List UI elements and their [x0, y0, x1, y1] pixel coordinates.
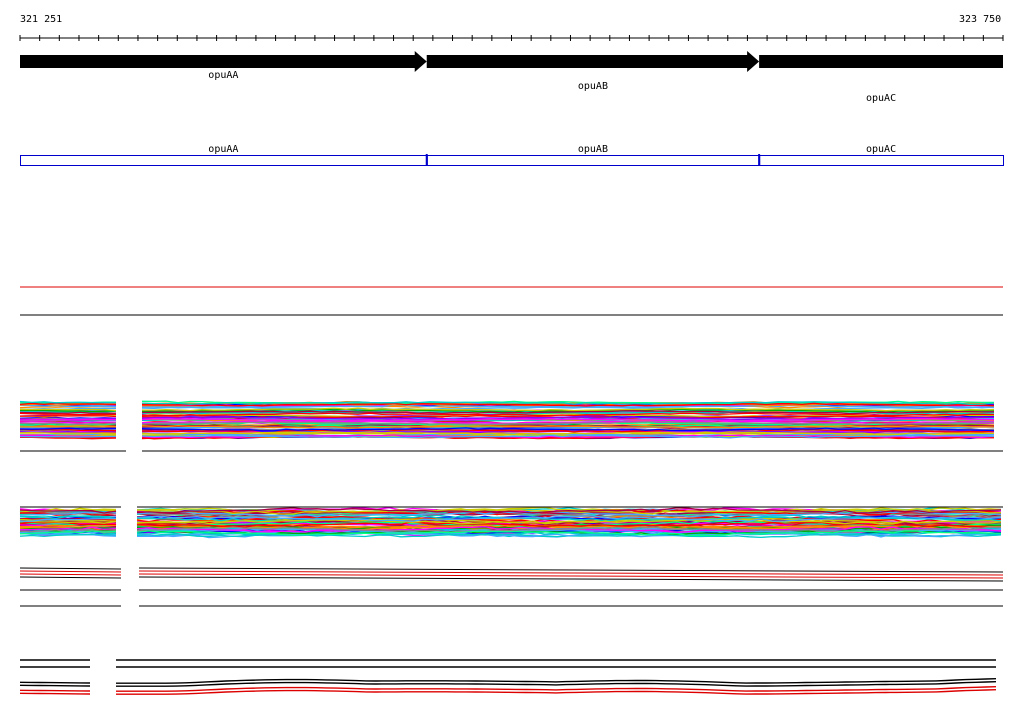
gene-arrow-opuAB[interactable]: [426, 51, 760, 72]
band-3-line: [19, 573, 122, 576]
operon-label: opuAC: [866, 144, 896, 155]
position-ruler: [19, 35, 1004, 41]
profile-line: [19, 415, 117, 418]
band-4-line: [19, 692, 91, 695]
gene-label: opuAC: [866, 93, 896, 104]
operon-track: opuAA opuAB opuAC: [20, 144, 1005, 166]
operon-label: opuAA: [208, 144, 238, 155]
band-4-line: [19, 684, 91, 687]
band-3-line: [19, 576, 122, 579]
profile-band-2: [19, 506, 1002, 539]
gene-label: opuAB: [578, 81, 608, 92]
profile-band-4: [19, 659, 997, 695]
operon-segment-opuAA[interactable]: [20, 155, 428, 166]
operon-segment-opuAB[interactable]: [426, 155, 761, 166]
operon-segment-opuAC[interactable]: [759, 155, 1005, 166]
profile-line: [19, 422, 117, 425]
profile-line: [19, 418, 116, 421]
gene-label: opuAA: [208, 70, 238, 81]
band-4-line: [19, 681, 91, 684]
band-4-line: [116, 686, 997, 692]
gene-arrow-opuAA[interactable]: [20, 51, 427, 72]
operon-label: opuAB: [578, 144, 608, 155]
gene-arrow-opuAC[interactable]: [759, 55, 1003, 68]
band-4-line: [19, 689, 91, 692]
profile-band-3: [19, 567, 1004, 607]
gene-label-track: opuAA opuAB opuAC: [208, 70, 896, 104]
profile-line: [19, 435, 116, 438]
genome-browser-canvas: opuAA opuAB opuAC opuAA opuAB opuAC: [19, 35, 1005, 695]
expression-tracks: [19, 286, 1004, 695]
band-3-line: [19, 570, 122, 573]
profile-band-1: [19, 400, 995, 440]
gene-arrow-track: [20, 51, 1003, 72]
band-4-line: [116, 678, 997, 684]
band-3-line: [19, 567, 122, 570]
